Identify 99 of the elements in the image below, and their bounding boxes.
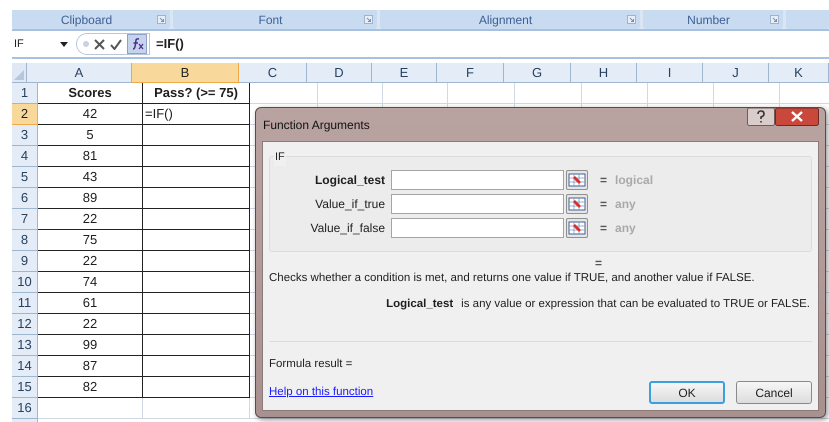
- argument-name: Logical_test: [386, 297, 454, 312]
- column-header[interactable]: D: [307, 63, 372, 83]
- help-link[interactable]: Help on this function: [269, 384, 374, 402]
- table-cell: =IF(): [143, 104, 250, 125]
- table-cell: [383, 83, 448, 104]
- collapse-dialog-button[interactable]: [566, 194, 588, 214]
- table-cell: 5: [38, 125, 143, 146]
- row-header[interactable]: 15: [12, 377, 38, 398]
- argument-label: Logical_test: [314, 172, 386, 189]
- table-cell: 82: [38, 377, 143, 398]
- formula-result: Formula result =: [269, 356, 354, 372]
- table-cell: 22: [38, 209, 143, 230]
- dialog-button[interactable]: OK: [649, 381, 725, 404]
- table-cell: 99: [38, 335, 143, 356]
- collapse-dialog-button[interactable]: [566, 218, 588, 238]
- dialog-launcher-icon[interactable]: [770, 15, 779, 24]
- row-header[interactable]: 7: [12, 209, 38, 230]
- column-header[interactable]: K: [769, 63, 829, 83]
- row-header[interactable]: 5: [12, 167, 38, 188]
- formula-input[interactable]: =IF(): [156, 34, 184, 54]
- row-header[interactable]: 12: [12, 314, 38, 335]
- collapse-dialog-button[interactable]: [566, 170, 588, 190]
- table-cell: [318, 83, 383, 104]
- row-header[interactable]: 13: [12, 335, 38, 356]
- table-cell: 42: [38, 104, 143, 125]
- name-box[interactable]: IF: [12, 34, 60, 54]
- table-icon: [568, 221, 586, 235]
- dialog-title: Function Arguments: [263, 116, 370, 134]
- table-cell: [582, 83, 648, 104]
- row-header[interactable]: 10: [12, 272, 38, 293]
- function-name: IF: [274, 149, 286, 166]
- table-cell: Pass? (>= 75): [143, 83, 250, 104]
- column-header[interactable]: B: [132, 63, 239, 83]
- column-header[interactable]: J: [703, 63, 769, 83]
- dialog-launcher-icon[interactable]: [627, 15, 636, 24]
- table-cell: 61: [38, 293, 143, 314]
- triangle-icon: [14, 70, 24, 80]
- table-cell: [448, 83, 515, 104]
- equals-sign: =: [600, 220, 608, 237]
- ribbon-group-label: Font: [257, 12, 284, 28]
- argument-input[interactable]: [391, 194, 564, 214]
- row-header[interactable]: 8: [12, 230, 38, 251]
- ribbon-group: [786, 10, 829, 29]
- row-header[interactable]: 2: [12, 104, 38, 125]
- table-cell: Scores: [38, 83, 143, 104]
- dialog-launcher-icon[interactable]: [364, 15, 373, 24]
- function-description: Checks whether a condition is met, and returns one value if TRUE, and another value if FALSE.: [269, 271, 756, 286]
- table-icon: [568, 197, 586, 211]
- table-cell: 22: [38, 314, 143, 335]
- equals-sign: =: [595, 256, 602, 270]
- argument-description: is any value or expression that can be evaluated to TRUE or FALSE.: [461, 297, 810, 312]
- column-header[interactable]: I: [637, 63, 703, 83]
- argument-label: Value_if_true: [314, 196, 386, 213]
- row-header[interactable]: 9: [12, 251, 38, 272]
- equals-sign: =: [600, 172, 608, 189]
- help-button[interactable]: [747, 108, 775, 126]
- table-cell: 74: [38, 272, 143, 293]
- column-header[interactable]: C: [239, 63, 307, 83]
- table-cell: 89: [38, 188, 143, 209]
- argument-hint: logical: [615, 172, 654, 189]
- row-header[interactable]: 16: [12, 398, 38, 419]
- row-header[interactable]: 14: [12, 356, 38, 377]
- argument-input[interactable]: [391, 170, 564, 190]
- argument-hint: any: [615, 220, 636, 237]
- row-header[interactable]: 4: [12, 146, 38, 167]
- dialog-button[interactable]: Cancel: [736, 381, 812, 404]
- table-cell: [515, 83, 582, 104]
- table-cell: 43: [38, 167, 143, 188]
- table-cell: 75: [38, 230, 143, 251]
- argument-input[interactable]: [391, 218, 564, 238]
- column-header[interactable]: F: [437, 63, 504, 83]
- table-cell: 81: [38, 146, 143, 167]
- table-icon: [568, 173, 586, 187]
- argument-label: Value_if_false: [310, 220, 386, 237]
- cancel-icon[interactable]: [94, 38, 105, 50]
- function-icon: [130, 38, 144, 50]
- column-header[interactable]: A: [27, 63, 132, 83]
- table-cell: [714, 83, 780, 104]
- close-button[interactable]: [775, 108, 819, 126]
- column-header[interactable]: G: [504, 63, 571, 83]
- column-header[interactable]: E: [372, 63, 437, 83]
- dropdown-arrow-icon[interactable]: [60, 42, 68, 46]
- row-header[interactable]: 1: [12, 83, 38, 104]
- column-header[interactable]: H: [571, 63, 637, 83]
- table-cell: 22: [38, 251, 143, 272]
- equals-sign: =: [600, 196, 608, 213]
- table-cell: 87: [38, 356, 143, 377]
- dot-icon: [83, 41, 89, 47]
- ribbon-group-label: Alignment: [478, 12, 534, 28]
- row-header[interactable]: 11: [12, 293, 38, 314]
- dialog-launcher-icon[interactable]: [157, 15, 166, 24]
- check-icon[interactable]: [110, 38, 122, 50]
- ribbon-group-label: Number: [686, 12, 731, 28]
- row-header[interactable]: 3: [12, 125, 38, 146]
- argument-hint: any: [615, 196, 636, 213]
- table-cell: [648, 83, 714, 104]
- row-header[interactable]: 6: [12, 188, 38, 209]
- insert-function-button[interactable]: [127, 34, 147, 54]
- ribbon-group-label: Clipboard: [60, 12, 114, 28]
